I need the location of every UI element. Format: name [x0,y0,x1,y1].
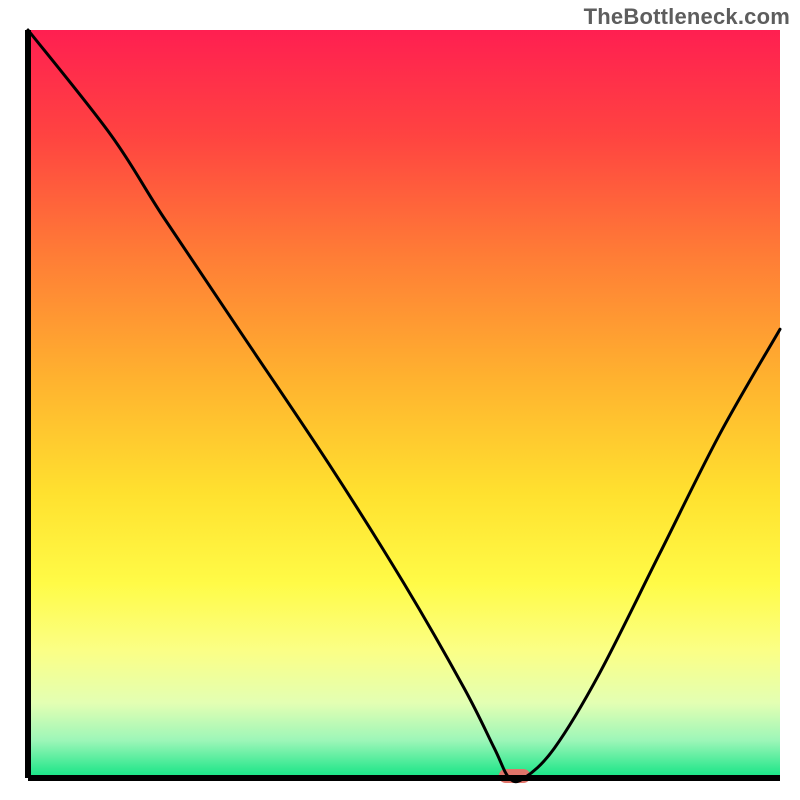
plot-background [28,30,780,778]
chart-svg [0,0,800,800]
chart-container: { "watermark": "TheBottleneck.com", "cha… [0,0,800,800]
watermark-text: TheBottleneck.com [584,4,790,30]
